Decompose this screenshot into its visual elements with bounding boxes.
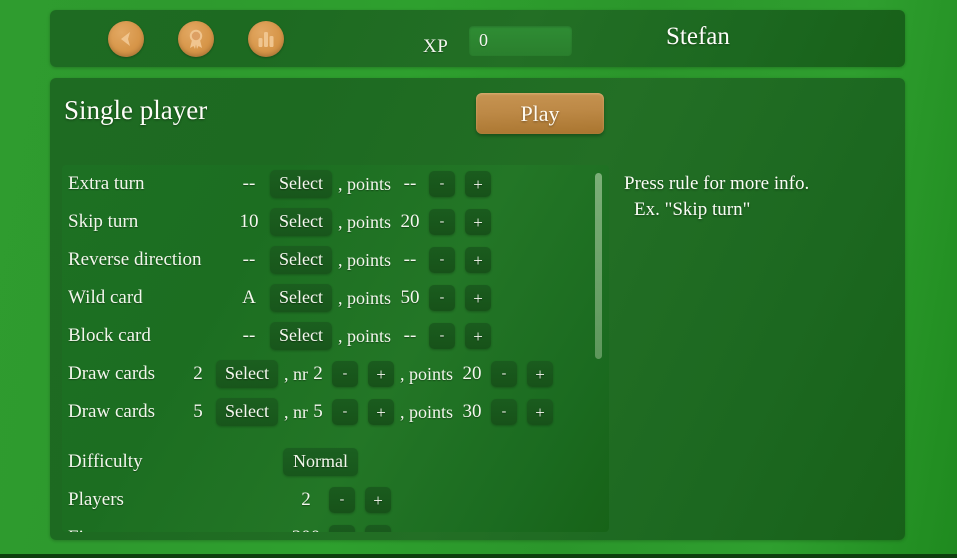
top-bar: XP 0 Stefan — [50, 10, 905, 67]
points-separator-label: , points — [399, 401, 453, 422]
rule-select-button[interactable]: Select — [270, 284, 332, 312]
points-decrement-button[interactable]: - — [491, 361, 517, 387]
points-separator-label: , points — [337, 173, 391, 194]
points-separator-label: , points — [399, 363, 453, 384]
points-increment-button[interactable]: + — [465, 285, 491, 311]
rule-name: Wild card — [68, 287, 143, 308]
rule-name: Skip turn — [68, 211, 139, 232]
rule-row[interactable]: Reverse direction -- Select , points -- … — [62, 241, 609, 279]
players-decrement-button[interactable]: - — [329, 487, 355, 513]
setting-row-first-to: First to 300 - + — [62, 519, 609, 532]
rule-select-button[interactable]: Select — [270, 208, 332, 236]
medal-icon — [189, 29, 203, 49]
rule-card-value: 10 — [239, 211, 259, 232]
nr-increment-button[interactable]: + — [367, 361, 394, 387]
rule-row[interactable]: Draw cards 2 Select , nr 2 - + , points … — [62, 355, 609, 393]
rule-select-button[interactable]: Select — [270, 322, 332, 350]
rule-row[interactable]: Block card -- Select , points -- - + — [62, 317, 609, 355]
points-decrement-button[interactable]: - — [429, 285, 455, 311]
points-decrement-button[interactable]: - — [429, 323, 455, 349]
points-increment-button[interactable]: + — [527, 361, 553, 387]
rule-nr-value: 5 — [313, 401, 323, 422]
players-value: 2 — [301, 489, 311, 510]
points-separator-label: , points — [337, 211, 391, 232]
username-label: Stefan — [666, 23, 730, 50]
rule-row[interactable]: Wild card A Select , points 50 - + — [62, 279, 609, 317]
nr-decrement-button[interactable]: - — [331, 399, 358, 425]
points-separator-label: , points — [337, 287, 391, 308]
nr-increment-button[interactable]: + — [367, 399, 394, 425]
window-bottom-edge — [0, 554, 957, 558]
rule-card-value: -- — [242, 325, 256, 346]
points-decrement-button[interactable]: - — [429, 247, 455, 273]
points-increment-button[interactable]: + — [527, 399, 553, 425]
rules-scrollbar[interactable] — [595, 169, 604, 528]
points-increment-button[interactable]: + — [465, 209, 491, 235]
main-panel: Single player Play Extra turn -- Select … — [50, 78, 905, 540]
rule-row[interactable]: Skip turn 10 Select , points 20 - + — [62, 203, 609, 241]
points-increment-button[interactable]: + — [465, 323, 491, 349]
points-decrement-button[interactable]: - — [429, 171, 455, 197]
players-label: Players — [68, 489, 124, 510]
points-increment-button[interactable]: + — [465, 247, 491, 273]
difficulty-value-button[interactable]: Normal — [283, 448, 358, 476]
rule-info-panel: Press rule for more info. Ex. "Skip turn… — [612, 165, 893, 532]
xp-value: 0 — [479, 30, 488, 50]
first-to-increment-button[interactable]: + — [365, 525, 391, 532]
setting-row-players: Players 2 - + — [62, 481, 609, 519]
nr-decrement-button[interactable]: - — [331, 361, 358, 387]
rule-select-button[interactable]: Select — [270, 246, 332, 274]
rule-name: Extra turn — [68, 173, 145, 194]
back-arrow-icon — [121, 32, 130, 46]
rule-nr-value: 2 — [313, 363, 323, 384]
bar-chart-icon — [258, 32, 274, 47]
rules-list: Extra turn -- Select , points -- - + Ski… — [62, 165, 609, 532]
rule-card-value: A — [242, 287, 256, 308]
info-line-primary: Press rule for more info. — [624, 173, 810, 194]
stats-button[interactable] — [248, 21, 284, 57]
points-increment-button[interactable]: + — [465, 171, 491, 197]
rule-points-value: -- — [403, 325, 417, 346]
rule-name: Draw cards — [68, 363, 156, 384]
players-increment-button[interactable]: + — [365, 487, 391, 513]
rule-points-value: 50 — [400, 287, 420, 308]
rule-points-value: -- — [403, 249, 417, 270]
rule-points-value: 20 — [462, 363, 482, 384]
rule-points-value: 30 — [462, 401, 482, 422]
play-button[interactable]: Play — [476, 93, 604, 134]
points-separator-label: , points — [337, 249, 391, 270]
page-title: Single player — [64, 95, 208, 125]
info-line-example: Ex. "Skip turn" — [634, 199, 751, 220]
rule-card-value: 2 — [193, 363, 203, 384]
rule-name: Block card — [68, 325, 151, 346]
rule-card-value: -- — [242, 249, 256, 270]
rule-select-button[interactable]: Select — [216, 398, 278, 426]
rule-select-button[interactable]: Select — [270, 170, 332, 198]
first-to-label: First to — [68, 527, 283, 532]
back-button[interactable] — [108, 21, 144, 57]
rule-select-button[interactable]: Select — [216, 360, 278, 388]
first-to-value: 300 — [283, 527, 329, 532]
points-decrement-button[interactable]: - — [491, 399, 517, 425]
rule-card-value: -- — [242, 173, 256, 194]
rule-card-value: 5 — [193, 401, 203, 422]
points-decrement-button[interactable]: - — [429, 209, 455, 235]
rule-points-value: -- — [403, 173, 417, 194]
rule-name: Draw cards — [68, 401, 156, 422]
rule-name: Reverse direction — [68, 249, 202, 270]
xp-label: XP — [423, 36, 449, 57]
nr-separator-label: , nr — [283, 363, 308, 384]
nr-separator-label: , nr — [283, 401, 308, 422]
rule-row[interactable]: Draw cards 5 Select , nr 5 - + , points … — [62, 393, 609, 431]
difficulty-label: Difficulty — [68, 451, 143, 472]
setting-row-difficulty: Difficulty Normal — [62, 443, 609, 481]
achievements-button[interactable] — [178, 21, 214, 57]
points-separator-label: , points — [337, 325, 391, 346]
xp-field[interactable]: 0 — [469, 26, 572, 56]
rule-row[interactable]: Extra turn -- Select , points -- - + — [62, 165, 609, 203]
rules-scrollbar-thumb[interactable] — [595, 173, 602, 359]
rule-points-value: 20 — [400, 211, 420, 232]
first-to-decrement-button[interactable]: - — [329, 525, 355, 532]
